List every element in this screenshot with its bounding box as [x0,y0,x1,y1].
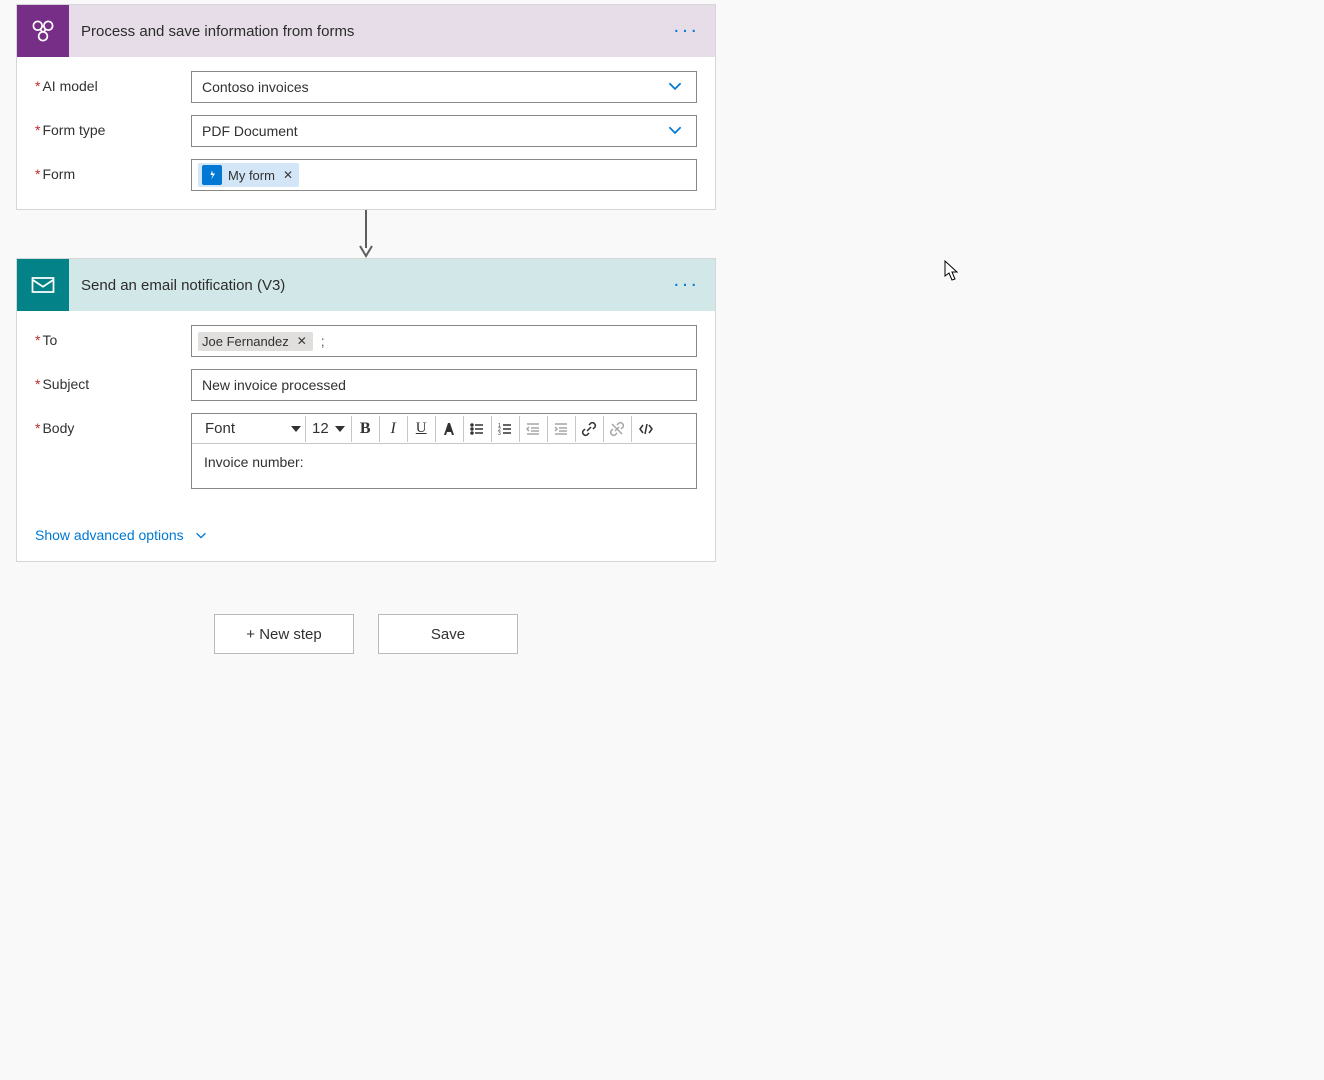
subject-input[interactable] [191,369,697,401]
label-form: *Form [35,159,191,182]
chip-remove-icon[interactable]: ✕ [283,168,293,182]
outdent-button[interactable] [520,416,548,442]
separator: ; [321,333,325,349]
label-ai-model: *AI model [35,71,191,94]
chevron-down-icon [194,528,208,542]
svg-text:3: 3 [498,431,501,437]
form-type-value: PDF Document [202,123,298,139]
editor-toolbar: Font 12 B I U 123 [192,414,696,444]
recipient-chip[interactable]: Joe Fernandez ✕ [198,332,313,351]
code-view-button[interactable] [632,416,660,442]
bullet-list-button[interactable] [464,416,492,442]
body-editor: Font 12 B I U 123 [191,413,697,489]
mail-icon [17,259,69,311]
italic-button[interactable]: I [380,416,408,442]
show-advanced-toggle[interactable]: Show advanced options [35,527,208,543]
trigger-icon [202,165,222,185]
form-chip[interactable]: My form ✕ [198,163,299,187]
label-subject: *Subject [35,369,191,392]
underline-button[interactable]: U [408,416,436,442]
to-input[interactable]: Joe Fernandez ✕ ; [191,325,697,357]
label-to: *To [35,325,191,348]
unlink-button[interactable] [604,416,632,442]
label-form-type: *Form type [35,115,191,138]
more-icon[interactable]: ··· [673,274,699,297]
step-header[interactable]: Process and save information from forms … [17,5,715,57]
step-send-email: Send an email notification (V3) ··· *To … [16,258,716,562]
chevron-down-icon [666,77,684,98]
ai-model-value: Contoso invoices [202,79,309,95]
more-icon[interactable]: ··· [673,20,699,43]
flow-connector-arrow [16,210,716,258]
number-list-button[interactable]: 123 [492,416,520,442]
recipient-chip-label: Joe Fernandez [202,334,289,349]
chip-remove-icon[interactable]: ✕ [297,334,307,348]
font-color-button[interactable] [436,416,464,442]
form-type-select[interactable]: PDF Document [191,115,697,147]
save-button[interactable]: Save [378,614,518,654]
label-body: *Body [35,413,191,436]
indent-button[interactable] [548,416,576,442]
bold-button[interactable]: B [352,416,380,442]
body-textarea[interactable]: Invoice number: [192,444,696,488]
font-family-select[interactable]: Font [198,416,306,442]
link-button[interactable] [576,416,604,442]
ai-model-select[interactable]: Contoso invoices [191,71,697,103]
new-step-button[interactable]: + New step [214,614,354,654]
step-title: Send an email notification (V3) [69,277,285,294]
chevron-down-icon [666,121,684,142]
ai-builder-icon [17,5,69,57]
subject-field[interactable] [202,372,686,398]
form-input[interactable]: My form ✕ [191,159,697,191]
step-header[interactable]: Send an email notification (V3) ··· [17,259,715,311]
form-chip-label: My form [228,168,275,183]
step-process-forms: Process and save information from forms … [16,4,716,210]
font-size-select[interactable]: 12 [306,416,352,442]
step-title: Process and save information from forms [69,23,354,40]
